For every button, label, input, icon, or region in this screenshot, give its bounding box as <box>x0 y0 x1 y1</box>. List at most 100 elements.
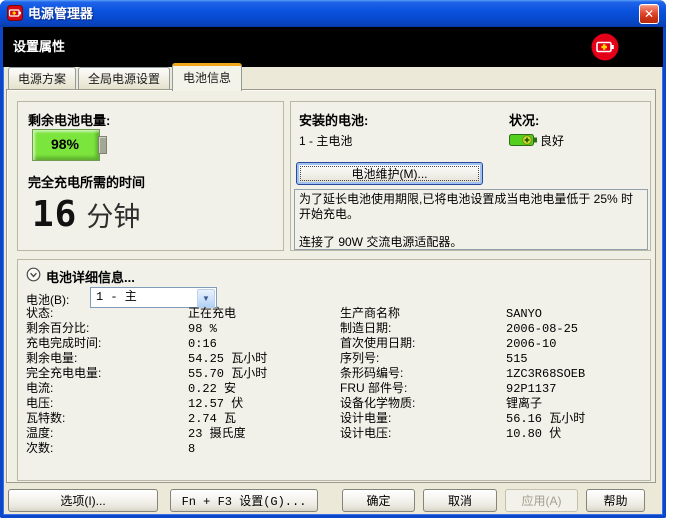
tab-global-power-settings[interactable]: 全局电源设置 <box>78 67 170 90</box>
installed-battery-value: 1 - 主电池 <box>299 132 352 149</box>
desktop: 电源管理器 ✕ 设置属性 电源方案 全局电源设置 电池信息 剩余电池电量: <box>0 0 700 525</box>
detail-label: 电压: <box>26 396 188 411</box>
detail-row: 完全充电电量:55.70 瓦小时 <box>26 366 267 381</box>
detail-value: 2006-10 <box>506 337 556 351</box>
dialog-button-row: 选项(I)... Fn + F3 设置(G)... 确定 取消 应用(A) 帮助 <box>0 489 666 512</box>
detail-row: 电流:0.22 安 <box>26 381 267 396</box>
detail-label: 次数: <box>26 441 188 456</box>
detail-label: 首次使用日期: <box>340 336 506 351</box>
details-left-column: 状态:正在充电 剩余百分比:98 % 充电完成时间:0:16 剩余电量:54.2… <box>26 306 267 456</box>
detail-value: 8 <box>188 442 195 456</box>
battery-percent-value: 98% <box>32 129 98 159</box>
ok-button[interactable]: 确定 <box>342 489 415 512</box>
remaining-charge-label: 剩余电池电量: <box>28 110 110 129</box>
detail-value: 2.74 瓦 <box>188 412 236 426</box>
battery-select-value: 1 - 主 <box>96 288 137 307</box>
full-charge-time-display: 16 分钟 <box>32 194 140 235</box>
options-button[interactable]: 选项(I)... <box>8 489 158 512</box>
detail-value: 1ZC3R68SOEB <box>506 367 585 381</box>
detail-label: 生产商名称 <box>340 306 506 321</box>
time-value: 16 <box>32 194 77 235</box>
detail-label: FRU 部件号: <box>340 381 506 396</box>
notice-paragraph: 连接了 90W 交流电源适配器。 <box>299 235 643 250</box>
battery-health-icon <box>509 133 539 147</box>
remaining-charge-box: 剩余电池电量: 98% 完全充电所需的时间 16 分钟 <box>17 101 284 251</box>
detail-row: 充电完成时间:0:16 <box>26 336 267 351</box>
detail-value: 正在充电 <box>188 307 236 321</box>
detail-label: 状态: <box>26 306 188 321</box>
battery-badge-icon <box>591 33 619 61</box>
tab-battery-information[interactable]: 电池信息 <box>172 63 242 91</box>
detail-label: 瓦特数: <box>26 411 188 426</box>
help-button[interactable]: 帮助 <box>586 489 645 512</box>
close-icon: ✕ <box>644 7 654 21</box>
detail-row: 剩余电量:54.25 瓦小时 <box>26 351 267 366</box>
detail-value: 12.57 伏 <box>188 397 243 411</box>
detail-row: 首次使用日期:2006-10 <box>340 336 585 351</box>
time-unit: 分钟 <box>86 202 140 232</box>
detail-value: 0.22 安 <box>188 382 236 396</box>
detail-value: 56.16 瓦小时 <box>506 412 585 426</box>
detail-value: 0:16 <box>188 337 217 351</box>
details-header: 电池详细信息... <box>46 267 135 286</box>
detail-row: 电压:12.57 伏 <box>26 396 267 411</box>
detail-value: 10.80 伏 <box>506 427 561 441</box>
detail-value: SANYO <box>506 307 542 321</box>
close-button[interactable]: ✕ <box>639 4 659 24</box>
detail-label: 充电完成时间: <box>26 336 188 351</box>
detail-label: 设备化学物质: <box>340 396 506 411</box>
charge-threshold-notice: 为了延长电池使用期限,已将电池设置成当电池电量低于 25% 时开始充电。 连接了… <box>294 189 648 250</box>
detail-value: 2006-08-25 <box>506 322 578 336</box>
detail-label: 温度: <box>26 426 188 441</box>
detail-label: 设计电量: <box>340 411 506 426</box>
detail-label: 完全充电电量: <box>26 366 188 381</box>
page-title: 设置属性 <box>13 27 65 67</box>
tab-power-scheme[interactable]: 电源方案 <box>8 67 76 90</box>
detail-label: 设计电压: <box>340 426 506 441</box>
header-band: 设置属性 <box>3 27 663 67</box>
apply-button: 应用(A) <box>505 489 578 512</box>
detail-label: 电流: <box>26 381 188 396</box>
window-title: 电源管理器 <box>28 0 93 27</box>
detail-row: 生产商名称SANYO <box>340 306 585 321</box>
detail-row: 设计电压:10.80 伏 <box>340 426 585 441</box>
detail-value: 55.70 瓦小时 <box>188 367 267 381</box>
installed-battery-box: 安装的电池: 1 - 主电池 状况: 良好 电池维护(M)... 为了延长电池使… <box>290 101 651 251</box>
battery-level-indicator: 98% <box>32 129 108 159</box>
detail-row: 瓦特数:2.74 瓦 <box>26 411 267 426</box>
detail-label: 制造日期: <box>340 321 506 336</box>
detail-value: 98 % <box>188 322 217 336</box>
detail-value: 锂离子 <box>506 397 542 411</box>
detail-row: FRU 部件号:92P1137 <box>340 381 585 396</box>
full-charge-time-label: 完全充电所需的时间 <box>28 172 145 191</box>
detail-value: 23 摄氏度 <box>188 427 246 441</box>
detail-row: 状态:正在充电 <box>26 306 267 321</box>
detail-row: 温度:23 摄氏度 <box>26 426 267 441</box>
condition-label: 状况: <box>509 110 539 129</box>
fn-f3-settings-button[interactable]: Fn + F3 设置(G)... <box>170 489 318 512</box>
detail-row: 次数:8 <box>26 441 267 456</box>
power-manager-window: 电源管理器 ✕ 设置属性 电源方案 全局电源设置 电池信息 剩余电池电量: <box>0 0 666 518</box>
detail-value: 92P1137 <box>506 382 556 396</box>
tab-strip: 电源方案 全局电源设置 电池信息 <box>8 70 244 90</box>
detail-label: 条形码编号: <box>340 366 506 381</box>
battery-terminal <box>98 136 107 154</box>
app-battery-icon <box>7 5 23 21</box>
battery-details-box: 电池详细信息... 电池(B): 1 - 主 ▼ 状态:正在充电 剩余百分比:9… <box>17 259 651 481</box>
title-bar[interactable]: 电源管理器 ✕ <box>0 0 666 27</box>
battery-info-tab-page: 剩余电池电量: 98% 完全充电所需的时间 16 分钟 安装的电池: 1 - 主电… <box>6 89 656 483</box>
detail-row: 条形码编号:1ZC3R68SOEB <box>340 366 585 381</box>
battery-maintenance-button[interactable]: 电池维护(M)... <box>296 162 483 185</box>
detail-row: 设备化学物质:锂离子 <box>340 396 585 411</box>
detail-label: 剩余电量: <box>26 351 188 366</box>
battery-select-dropdown[interactable]: 1 - 主 ▼ <box>90 287 217 308</box>
detail-row: 剩余百分比:98 % <box>26 321 267 336</box>
detail-value: 54.25 瓦小时 <box>188 352 267 366</box>
detail-value: 515 <box>506 352 528 366</box>
collapse-arrow-icon[interactable] <box>26 267 41 282</box>
condition-value: 良好 <box>540 132 564 149</box>
cancel-button[interactable]: 取消 <box>423 489 497 512</box>
detail-row: 序列号:515 <box>340 351 585 366</box>
notice-paragraph: 为了延长电池使用期限,已将电池设置成当电池电量低于 25% 时开始充电。 <box>299 192 643 222</box>
detail-label: 剩余百分比: <box>26 321 188 336</box>
